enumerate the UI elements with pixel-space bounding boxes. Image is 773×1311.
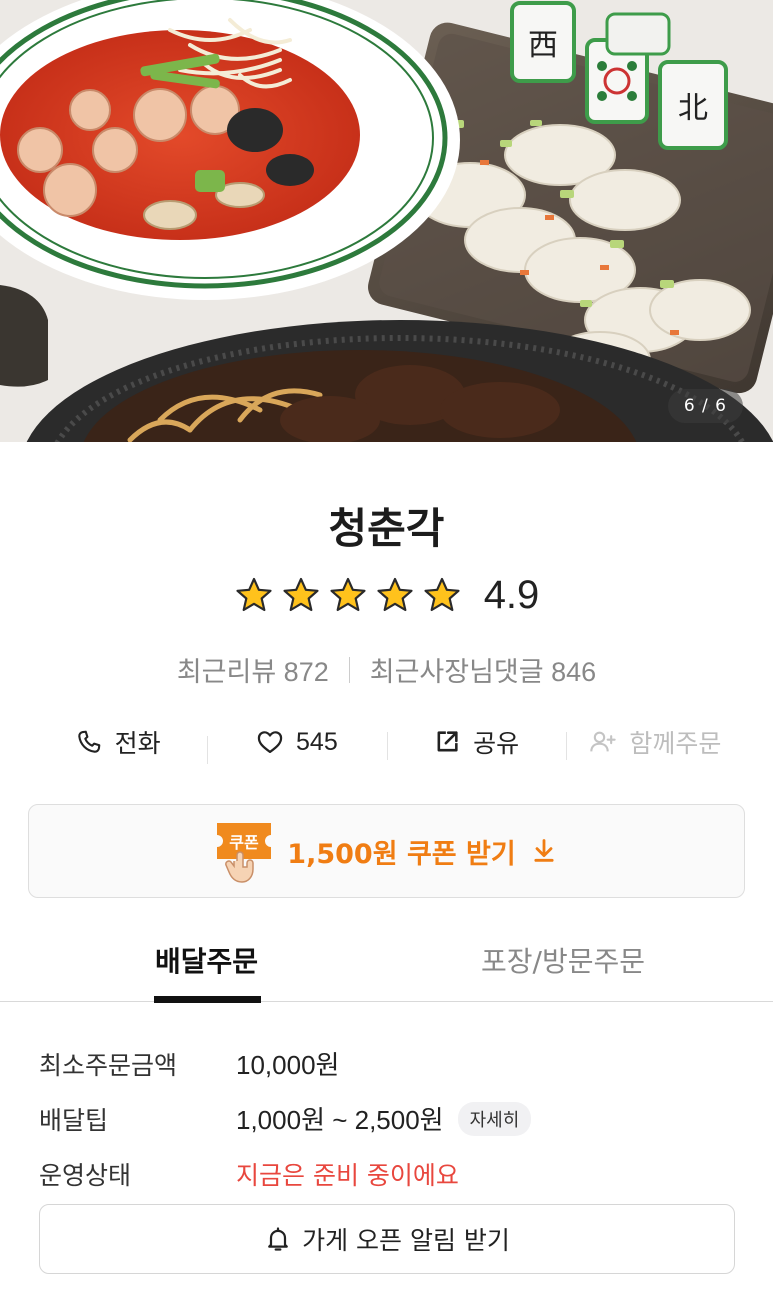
image-counter: 6 / 6 (667, 389, 743, 423)
store-photo[interactable]: 西 北 6 / 6 (0, 0, 773, 442)
min-order-value: 10,000원 (236, 1050, 340, 1080)
delivery-tip-value: 1,000원 ~ 2,500원 (236, 1105, 444, 1135)
star-icon (424, 577, 460, 611)
store-actions: 전화 545 공유 함께주문 (28, 718, 745, 766)
recent-reviews-link[interactable]: 최근리뷰 872 (177, 650, 329, 689)
bell-icon (268, 1227, 288, 1251)
star-icon (283, 577, 319, 611)
tab-pickup[interactable]: 포장/방문주문 (413, 930, 773, 1001)
coupon-download-button[interactable]: 쿠폰 1,500원 쿠폰 받기 (28, 804, 745, 898)
delivery-tip-detail-button[interactable]: 자세히 (457, 1101, 532, 1136)
status-label: 운영상태 (39, 1160, 132, 1190)
open-notification-label: 가게 오픈 알림 받기 (302, 1226, 510, 1255)
store-name: 청춘각 (328, 504, 445, 553)
like-count: 545 (296, 727, 338, 756)
star-icon (236, 577, 272, 611)
share-label: 공유 (473, 730, 520, 758)
rating[interactable]: 4.9 (0, 573, 773, 618)
phone-icon (77, 730, 100, 753)
rating-stars (234, 576, 462, 616)
status-value: 지금은 준비 중이에요 (236, 1160, 459, 1190)
group-order-label: 함께주문 (629, 730, 722, 758)
review-counts[interactable]: 최근리뷰 872 최근사장님댓글 846 (0, 650, 773, 689)
status-row: 운영상태 지금은 준비 중이에요 (39, 1146, 739, 1201)
share-icon (437, 731, 458, 752)
delivery-info: 최소주문금액 10,000원 배달팁 1,000원 ~ 2,500원 자세히 운… (39, 1036, 739, 1201)
delivery-tip-row: 배달팁 1,000원 ~ 2,500원 자세히 (39, 1091, 739, 1146)
add-person-icon (590, 731, 617, 752)
share-button[interactable]: 공유 (386, 724, 566, 760)
tab-delivery[interactable]: 배달주문 (0, 930, 413, 1003)
star-icon (330, 577, 366, 611)
coupon-badge-text: 쿠폰 (230, 833, 260, 852)
group-order-button[interactable]: 함께주문 (565, 724, 745, 760)
like-button[interactable]: 545 (207, 727, 386, 764)
open-notification-button[interactable]: 가게 오픈 알림 받기 (39, 1204, 735, 1274)
owner-replies-link[interactable]: 최근사장님댓글 846 (370, 650, 596, 689)
download-icon (534, 839, 554, 862)
delivery-tip-label: 배달팁 (39, 1105, 109, 1135)
svg-text:北: 北 (678, 91, 708, 126)
divider (348, 656, 350, 683)
coupon-badge: 쿠폰 (215, 817, 273, 885)
heart-icon (257, 731, 283, 754)
rating-value: 4.9 (483, 573, 540, 617)
food-photo-illustration: 西 北 (0, 0, 773, 442)
min-order-label: 최소주문금액 (39, 1050, 178, 1080)
order-type-tabs: 배달주문 포장/방문주문 (0, 930, 773, 1003)
coupon-ticket-icon: 쿠폰 (217, 823, 272, 883)
min-order-row: 최소주문금액 10,000원 (39, 1036, 739, 1091)
star-icon (377, 577, 413, 611)
call-button[interactable]: 전화 (28, 724, 207, 760)
svg-text:西: 西 (528, 28, 558, 63)
coupon-label: 1,500원 쿠폰 받기 (287, 838, 516, 870)
call-label: 전화 (114, 730, 161, 758)
